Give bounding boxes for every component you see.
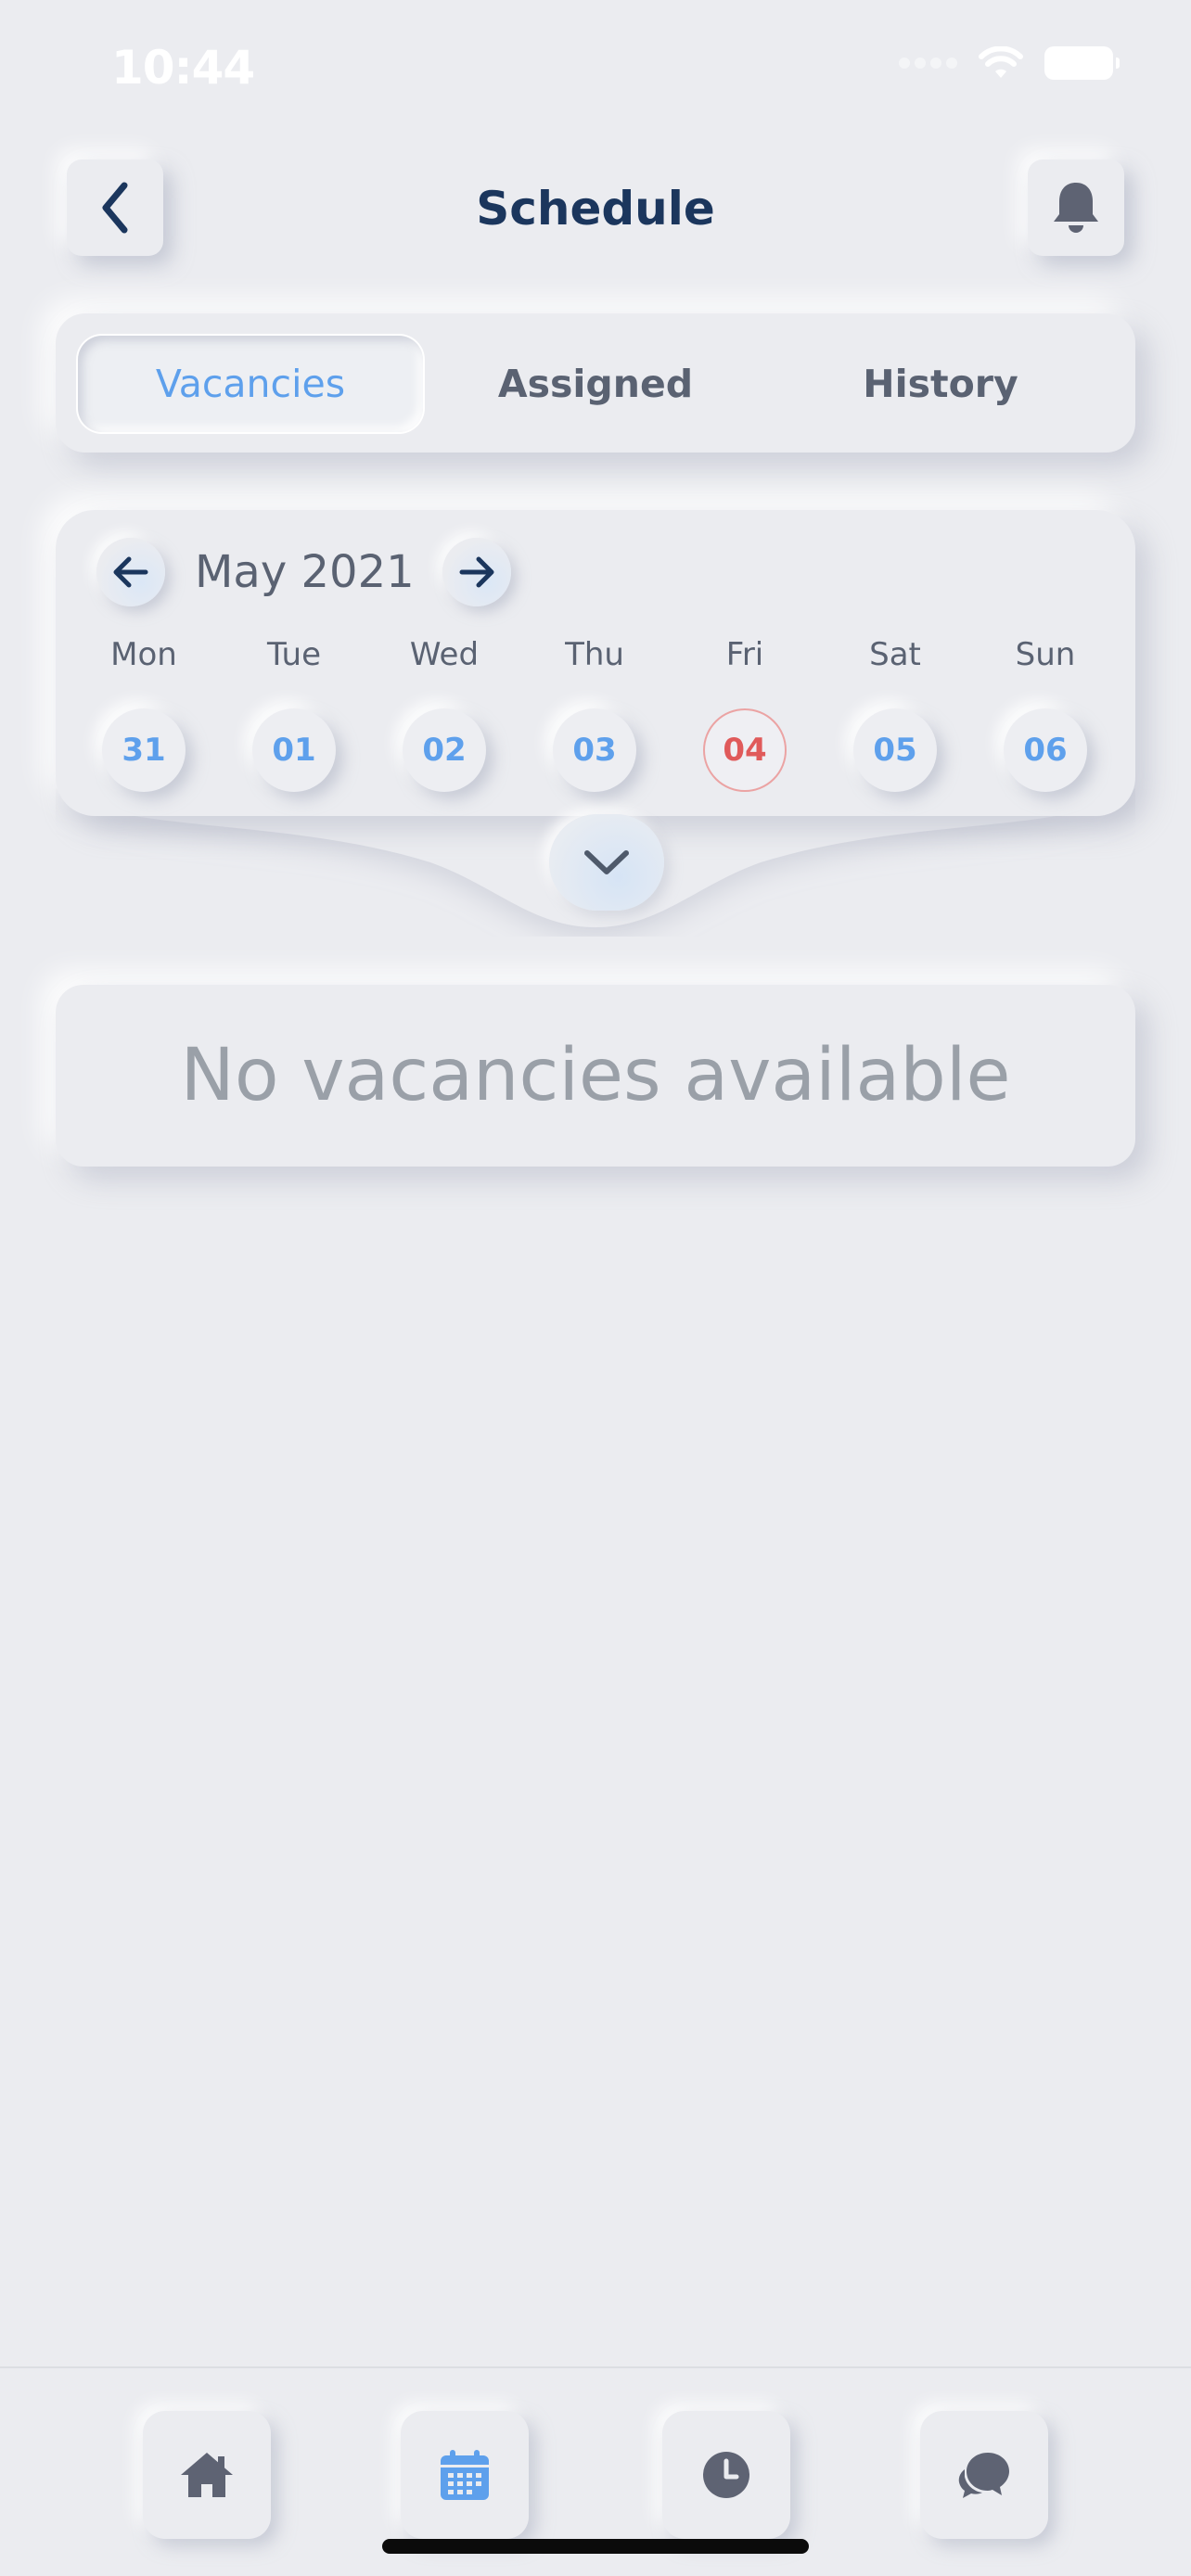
weekday-label: Sat	[869, 636, 921, 673]
weekday-label: Wed	[409, 636, 480, 673]
home-icon	[181, 2453, 233, 2497]
weekday-label: Tue	[266, 636, 322, 673]
home-indicator	[382, 2539, 809, 2554]
tab-assigned[interactable]: Assigned	[423, 336, 768, 432]
date-05[interactable]: 05	[853, 708, 937, 792]
notifications-button[interactable]	[1028, 159, 1124, 256]
tab-vacancies[interactable]: Vacancies	[78, 336, 423, 432]
chevron-down-icon	[584, 850, 629, 874]
date-03[interactable]: 03	[553, 708, 636, 792]
nav-schedule[interactable]	[401, 2411, 529, 2539]
date-01[interactable]: 01	[252, 708, 336, 792]
month-label: May 2021	[195, 546, 415, 598]
next-month-button[interactable]	[442, 538, 511, 606]
week-calendar: May 2021 Mon Tue Wed Thu Fri Sat Sun 31 …	[56, 510, 1135, 816]
month-navigation: May 2021	[96, 538, 511, 606]
wifi-icon	[979, 46, 1023, 78]
arrow-right-icon	[459, 556, 494, 588]
battery-icon	[1044, 46, 1120, 80]
arrow-left-icon	[113, 556, 148, 588]
empty-state-message: No vacancies available	[56, 985, 1135, 1167]
date-04-today[interactable]: 04	[703, 708, 787, 792]
date-31[interactable]: 31	[102, 708, 186, 792]
chat-icon	[958, 2453, 1009, 2498]
status-indicators	[899, 46, 1120, 80]
nav-home[interactable]	[143, 2411, 271, 2539]
cellular-signal-icon	[899, 57, 957, 69]
weekday-label: Mon	[110, 636, 177, 673]
segmented-tabs: Vacancies Assigned History	[56, 313, 1135, 453]
weekday-label: Sun	[1015, 636, 1076, 673]
status-time: 10:44	[111, 41, 255, 95]
nav-messages[interactable]	[920, 2411, 1048, 2539]
previous-month-button[interactable]	[96, 538, 165, 606]
weekday-label: Thu	[565, 636, 624, 673]
page-title: Schedule	[476, 182, 715, 236]
weekday-label: Fri	[725, 636, 764, 673]
nav-history[interactable]	[662, 2411, 790, 2539]
expand-calendar-button[interactable]	[549, 814, 664, 911]
calendar-icon	[441, 2450, 489, 2500]
tab-history[interactable]: History	[768, 336, 1113, 432]
clock-icon	[703, 2452, 749, 2498]
date-06[interactable]: 06	[1004, 708, 1087, 792]
bell-icon	[1054, 183, 1098, 233]
date-02[interactable]: 02	[403, 708, 486, 792]
